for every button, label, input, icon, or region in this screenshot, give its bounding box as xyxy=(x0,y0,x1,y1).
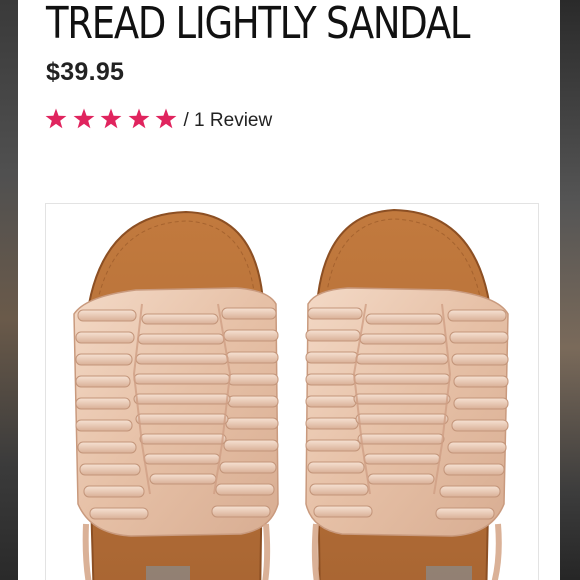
sandal-pair-image xyxy=(73,208,509,580)
product-image[interactable] xyxy=(45,203,539,580)
star-icon xyxy=(127,107,151,131)
star-icon xyxy=(154,107,178,131)
star-icon xyxy=(72,107,96,131)
right-sandal xyxy=(305,208,509,580)
background-left-edge xyxy=(0,0,18,580)
star-icon xyxy=(99,107,123,131)
left-sandal xyxy=(73,210,279,580)
rating-row[interactable]: / 1 Review xyxy=(44,106,272,132)
product-panel: TREAD LIGHTLY SANDAL $39.95 / 1 Review xyxy=(18,0,560,580)
product-price: $39.95 xyxy=(46,58,125,86)
star-icon xyxy=(44,107,68,131)
review-count-link[interactable]: / 1 Review xyxy=(184,110,273,132)
background-right-edge xyxy=(560,0,580,580)
product-title: TREAD LIGHTLY SANDAL xyxy=(46,0,470,49)
